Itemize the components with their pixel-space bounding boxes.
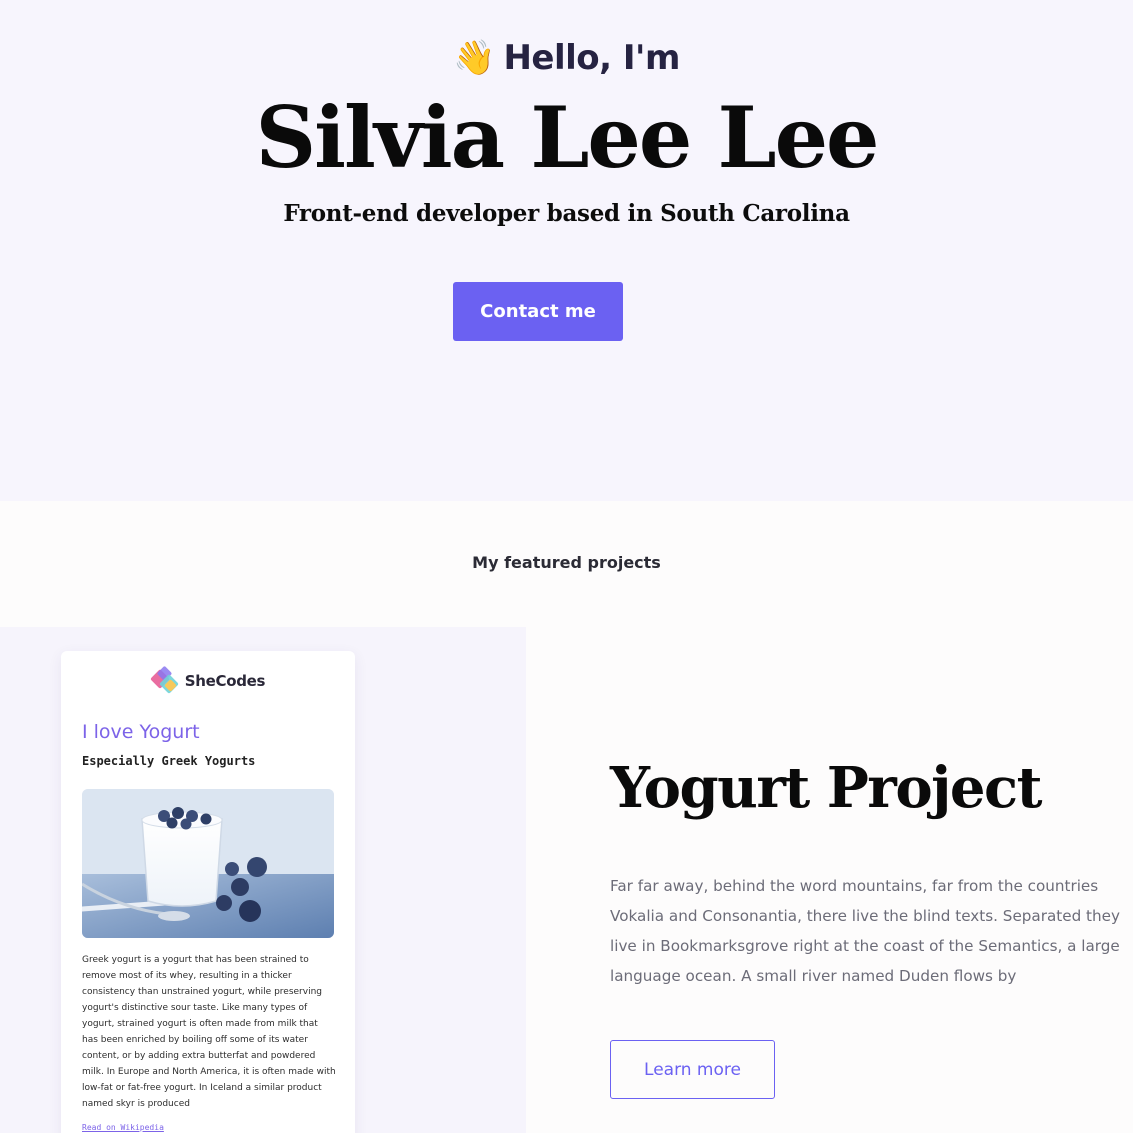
preview-title: I love Yogurt <box>82 721 200 743</box>
preview-subtitle: Especially Greek Yogurts <box>82 754 256 768</box>
hero-subtitle: Front-end developer based in South Carol… <box>283 200 850 227</box>
learn-more-button[interactable]: Learn more <box>610 1040 775 1099</box>
project-title: Yogurt Project <box>610 755 1043 821</box>
greeting: 👋 Hello, I'm <box>0 36 1133 80</box>
shecodes-logo-icon <box>149 665 181 695</box>
project-preview-card[interactable]: SheCodes I love Yogurt Especially Greek … <box>61 651 355 1133</box>
wikipedia-link[interactable]: Read on Wikipedia <box>82 1123 164 1132</box>
hero-section: 👋 Hello, I'm Silvia Lee Lee Front-end de… <box>0 0 1133 501</box>
waving-hand-icon: 👋 <box>453 38 496 78</box>
featured-projects-heading: My featured projects <box>472 553 661 572</box>
yogurt-image <box>82 789 334 938</box>
greeting-text: Hello, I'm <box>503 38 680 78</box>
preview-body-text: Greek yogurt is a yogurt that has been s… <box>82 955 336 1109</box>
project-preview-panel: SheCodes I love Yogurt Especially Greek … <box>0 627 526 1133</box>
project-description: Far far away, behind the word mountains,… <box>610 877 1120 985</box>
logo-text: SheCodes <box>184 672 266 690</box>
page-title: Silvia Lee Lee <box>255 88 879 187</box>
contact-button[interactable]: Contact me <box>453 282 623 341</box>
shecodes-logo: SheCodes <box>61 665 355 695</box>
